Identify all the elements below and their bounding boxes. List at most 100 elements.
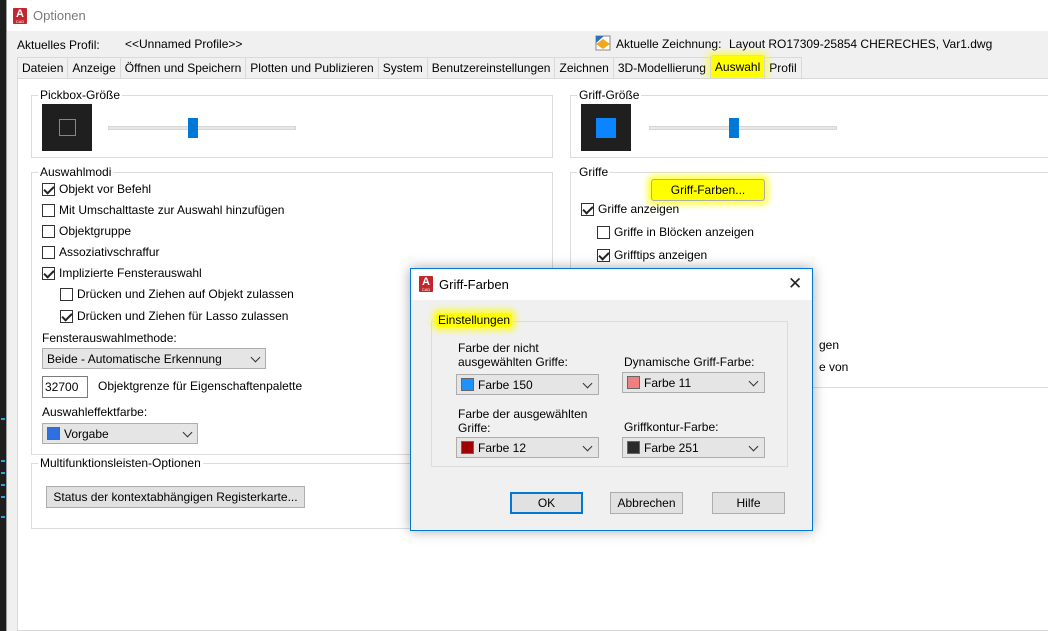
tab-3d-modellierung[interactable]: 3D-Modellierung <box>612 57 711 78</box>
chevron-down-icon <box>748 441 759 452</box>
pickbox-title: Pickbox-Größe <box>38 88 123 102</box>
effect-color-value: Vorgabe <box>64 426 109 441</box>
tab-benutzereinstellungen[interactable]: Benutzereinstellungen <box>426 57 556 78</box>
help-button[interactable]: Hilfe <box>712 492 785 514</box>
partially-hidden-text: e von <box>819 360 849 374</box>
pickbox-slider-track[interactable] <box>108 126 296 130</box>
grip-size-slider-thumb[interactable] <box>728 118 739 138</box>
autocad-logo-icon: A CAD <box>419 276 433 292</box>
color-swatch <box>627 441 640 454</box>
chevron-down-icon <box>748 376 759 387</box>
grip-colors-dialog: A CAD Griff-Farben ✕ Einstellungen Farbe … <box>410 268 813 531</box>
window-method-label: Fensterauswahlmethode: <box>42 331 177 345</box>
pickbox-preview <box>42 104 92 151</box>
grip-colors-button[interactable]: Griff-Farben... <box>651 179 765 201</box>
tab-system[interactable]: System <box>377 57 428 78</box>
checkbox[interactable] <box>597 248 610 262</box>
settings-group: Einstellungen Farbe der nicht ausgewählt… <box>431 313 788 467</box>
option-druecken-ziehen-objekt[interactable]: Drücken und Ziehen auf Objekt zulassen <box>60 287 294 301</box>
checkbox-label: Mit Umschalttaste zur Auswahl hinzufügen <box>59 203 285 217</box>
unselected-grip-color-label: Farbe der nicht ausgewählten Griffe: <box>458 341 568 369</box>
tab-dateien[interactable]: Dateien <box>17 57 69 78</box>
color-swatch <box>627 376 640 389</box>
selected-grip-color-label: Farbe der ausgewählten Griffe: <box>458 407 588 435</box>
checkbox[interactable] <box>42 266 55 280</box>
checkbox-label: Griffe anzeigen <box>598 202 680 216</box>
grip-outline-color-label: Griffkontur-Farbe: <box>624 420 719 434</box>
grip-size-preview <box>581 104 631 151</box>
tab-anzeige[interactable]: Anzeige <box>67 57 121 78</box>
option-griffe-in-bloecken[interactable]: Griffe in Blöcken anzeigen <box>597 225 754 239</box>
checkbox[interactable] <box>60 287 73 301</box>
ok-button[interactable]: OK <box>510 492 583 514</box>
drawing-value: Layout RO17309-25854 CHERECHES, Var1.dwg <box>729 37 993 51</box>
dynamic-grip-color-select[interactable]: Farbe 11 <box>622 372 765 393</box>
window-method-select[interactable]: Beide - Automatische Erkennung <box>42 348 266 369</box>
checkbox[interactable] <box>42 224 55 238</box>
color-swatch <box>461 441 474 454</box>
contextual-tab-state-button[interactable]: Status der kontextabhängigen Registerkar… <box>46 486 305 508</box>
drawing-label: Aktuelle Zeichnung: <box>616 37 722 51</box>
cancel-button[interactable]: Abbrechen <box>610 492 683 514</box>
tab-zeichnen[interactable]: Zeichnen <box>554 57 614 78</box>
tab-strip: Dateien Anzeige Öffnen und Speichern Plo… <box>17 55 802 79</box>
grip-size-slider-track[interactable] <box>649 126 837 130</box>
option-implizierte-fensterauswahl[interactable]: Implizierte Fensterauswahl <box>42 266 202 280</box>
selected-grip-color-value: Farbe 12 <box>478 440 527 455</box>
checkbox-label: Drücken und Ziehen auf Objekt zulassen <box>77 287 294 301</box>
effect-color-select[interactable]: Vorgabe <box>42 423 198 444</box>
checkbox-label: Assoziativschraffur <box>59 245 160 259</box>
checkbox[interactable] <box>42 203 55 217</box>
dialog-title: Griff-Farben <box>439 277 509 292</box>
chevron-down-icon <box>182 427 193 438</box>
autocad-logo-icon: A CAD <box>13 8 27 24</box>
grip-outline-color-value: Farbe 251 <box>644 440 699 455</box>
checkbox[interactable] <box>581 202 594 216</box>
title-bar: A CAD Optionen <box>7 0 1048 31</box>
option-objektgruppe[interactable]: Objektgruppe <box>42 224 131 238</box>
option-assoziativschraffur[interactable]: Assoziativschraffur <box>42 245 159 259</box>
tab-plotten[interactable]: Plotten und Publizieren <box>245 57 379 78</box>
object-limit-input[interactable]: 32700 <box>42 376 88 398</box>
window-method-value: Beide - Automatische Erkennung <box>47 351 222 366</box>
unselected-grip-color-value: Farbe 150 <box>478 377 533 392</box>
partially-hidden-text: gen <box>819 338 840 352</box>
checkbox-label: Implizierte Fensterauswahl <box>59 266 202 280</box>
drawing-file-icon <box>595 35 611 51</box>
tab-profil[interactable]: Profil <box>764 57 802 78</box>
window-title: Optionen <box>33 8 86 23</box>
tab-auswahl[interactable]: Auswahl <box>709 55 766 79</box>
ribbon-options-title: Multifunktionsleisten-Optionen <box>38 456 203 470</box>
option-griffe-anzeigen[interactable]: Griffe anzeigen <box>581 202 679 216</box>
effect-color-label: Auswahleffektfarbe: <box>42 405 148 419</box>
chevron-down-icon <box>250 352 261 363</box>
dynamic-grip-color-value: Farbe 11 <box>644 375 692 390</box>
grip-outline-color-select[interactable]: Farbe 251 <box>622 437 765 458</box>
close-icon[interactable]: ✕ <box>788 275 802 292</box>
tab-oeffnen-speichern[interactable]: Öffnen und Speichern <box>119 57 247 78</box>
checkbox[interactable] <box>60 309 73 323</box>
option-druecken-ziehen-lasso[interactable]: Drücken und Ziehen für Lasso zulassen <box>60 309 288 323</box>
checkbox-label: Drücken und Ziehen für Lasso zulassen <box>77 309 289 323</box>
checkbox[interactable] <box>42 245 55 259</box>
checkbox[interactable] <box>42 182 55 196</box>
option-grifftips[interactable]: Grifftips anzeigen <box>597 248 707 262</box>
profile-value: <<Unnamed Profile>> <box>125 37 243 51</box>
selection-modes-title: Auswahlmodi <box>38 165 114 179</box>
checkbox-label: Griffe in Blöcken anzeigen <box>614 225 754 239</box>
settings-title: Einstellungen <box>436 313 513 327</box>
grip-size-group: Griff-Größe <box>570 88 1048 158</box>
color-swatch <box>47 427 60 440</box>
selected-grip-color-select[interactable]: Farbe 12 <box>456 437 599 458</box>
dialog-title-bar: A CAD Griff-Farben ✕ <box>411 269 812 300</box>
option-objekt-vor-befehl[interactable]: Objekt vor Befehl <box>42 182 151 196</box>
checkbox[interactable] <box>597 225 610 239</box>
checkbox-label: Objekt vor Befehl <box>59 182 152 196</box>
chevron-down-icon <box>582 441 593 452</box>
color-swatch <box>461 378 474 391</box>
pickbox-group: Pickbox-Größe <box>31 88 553 158</box>
option-umschalttaste[interactable]: Mit Umschalttaste zur Auswahl hinzufügen <box>42 203 284 217</box>
pickbox-slider-thumb[interactable] <box>187 118 198 138</box>
unselected-grip-color-select[interactable]: Farbe 150 <box>456 374 599 395</box>
checkbox-label: Grifftips anzeigen <box>614 248 708 262</box>
